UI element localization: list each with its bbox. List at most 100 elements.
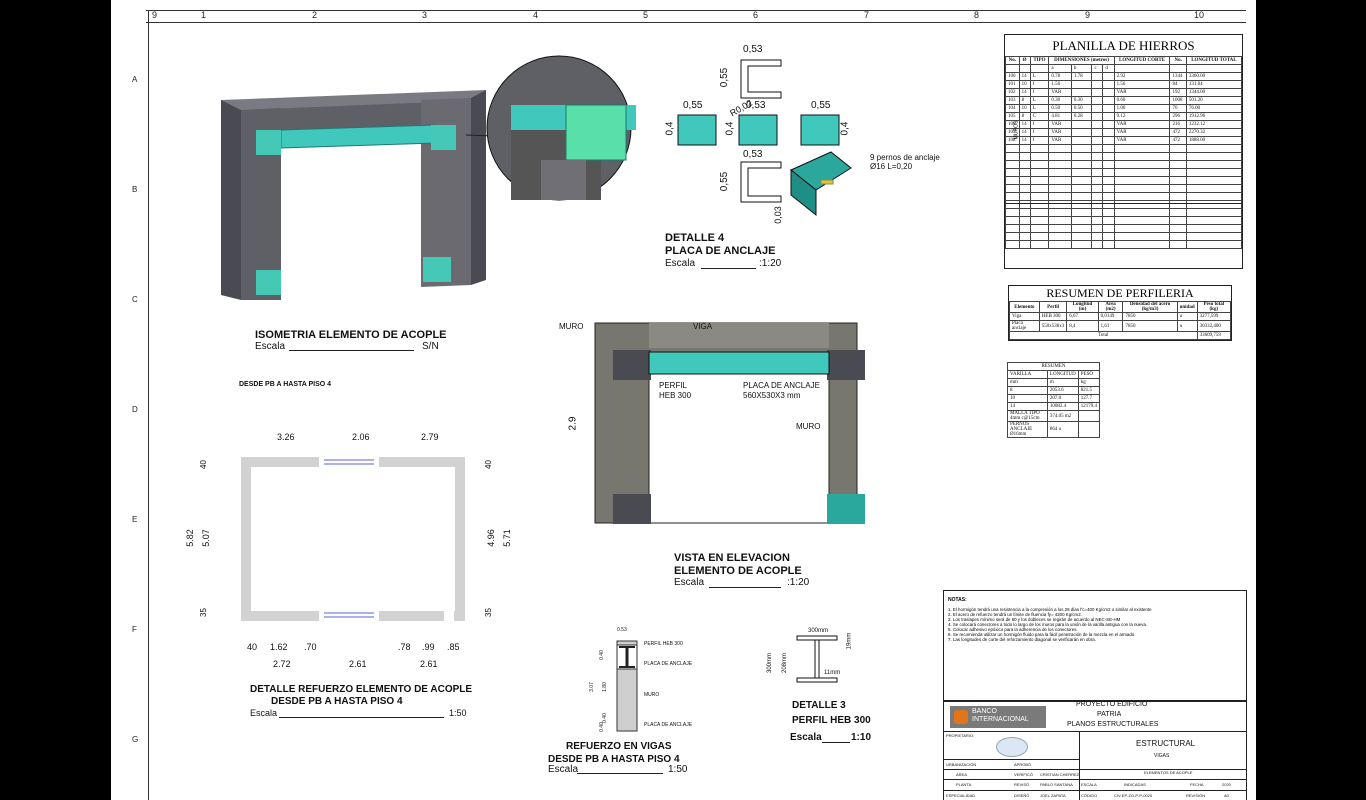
col-header: Area (m2) xyxy=(1097,301,1124,313)
dim-label: 1.62 xyxy=(270,642,288,652)
dim-label: 19mm xyxy=(846,632,853,650)
table-row: 104 10 L 0.50 0.50 1.00 76 76.00 xyxy=(1005,104,1243,113)
notes-heading: NOTAS: xyxy=(948,597,967,603)
grid-ruler-top: 9 1 2 3 4 5 6 7 8 9 10 xyxy=(146,10,1246,23)
dim-label: .99 xyxy=(422,642,435,652)
table-cell: 10 xyxy=(1018,80,1031,89)
table-cell: 76 xyxy=(1169,104,1187,113)
dim-label: 2.61 xyxy=(349,659,367,669)
plan-caption: DESDE PB A HASTA PISO 4 xyxy=(239,381,332,388)
label-heb: HEB 300 xyxy=(659,391,692,400)
table-cell: 3360.00 xyxy=(1185,72,1243,81)
table-row: 101 10 I 1.56 1.56 84 131.04 xyxy=(1005,80,1243,89)
dim-label: 35 xyxy=(198,608,208,617)
scale-underline xyxy=(822,742,850,743)
table-row xyxy=(1005,192,1243,201)
dim-label: 0.40 xyxy=(598,650,605,660)
table-row: 106 14 I VAR VAR 216 1232.12 xyxy=(1005,120,1243,129)
scale-underline xyxy=(709,587,781,588)
table-cell xyxy=(1091,112,1104,121)
tb-label: URBANIZACIÓN xyxy=(946,762,977,767)
isometric-scale-value: S/N xyxy=(422,341,439,352)
table-row xyxy=(1005,160,1243,169)
table-cell xyxy=(1070,136,1093,145)
discipline: ESTRUCTURAL xyxy=(1136,739,1196,748)
refuerzo-scale-value: 1:50 xyxy=(668,764,688,775)
table-cell: 0.30 xyxy=(1070,96,1093,105)
col-header: TIPO xyxy=(1029,56,1050,65)
grid-col-label: 4 xyxy=(533,10,539,20)
divider xyxy=(944,790,1246,791)
table-cell: 1.78 xyxy=(1070,72,1093,81)
project-name: PATRIA xyxy=(1097,711,1122,718)
label-placa: PLACA DE ANCLAJE xyxy=(743,381,820,390)
refuerzo-label: PERFIL HEB 300 xyxy=(644,641,683,647)
tb-label: ÁREA xyxy=(956,772,967,777)
dim-label: 0,53 xyxy=(743,149,763,160)
table-cell: 14 xyxy=(1018,120,1031,129)
col-header: Elemento xyxy=(1009,301,1040,313)
dim-label: 35 xyxy=(483,608,493,617)
detail3-scale-label: Escala xyxy=(790,732,822,743)
table-cell: C xyxy=(1029,112,1050,121)
table-cell: Viga xyxy=(1009,312,1040,321)
table-row: Placa anclaje 550x530x3 8,4 1,61 7850 u 30332,… xyxy=(1009,320,1232,332)
tb-role: VERIFICÓ xyxy=(1014,772,1033,777)
detail4-scale-label: Escala xyxy=(665,258,696,269)
table-cell: 1008 xyxy=(1169,96,1187,105)
col-header: LONGITUD CORTE xyxy=(1113,56,1171,65)
table-cell: L xyxy=(1029,96,1050,105)
bank-name: INTERNACIONAL xyxy=(972,716,1029,723)
col-header: Longitud (m) xyxy=(1066,301,1099,313)
table-cell: 472 xyxy=(1169,136,1187,145)
grid-row-label: E xyxy=(132,515,138,524)
tb-role: DISEÑÓ xyxy=(1014,793,1030,798)
dim-label: .85 xyxy=(447,642,460,652)
table-cell: 374.05 m2 xyxy=(1046,410,1079,422)
tb-value: 2020 xyxy=(1222,782,1231,787)
dim-label: 11mm xyxy=(824,670,841,676)
grid-row-label: D xyxy=(132,405,138,414)
tb-label: CÓDIGO xyxy=(1081,793,1098,798)
dim-label: 40 xyxy=(198,460,208,469)
dim-label: 40 xyxy=(483,460,493,469)
label-perfil: PERFIL xyxy=(659,381,688,390)
tb-label: PLANTA xyxy=(956,782,972,787)
table-cell: 101 xyxy=(1005,80,1020,89)
dim-label: 3.07 xyxy=(588,682,595,692)
planilla-table: PLANILLA DE HIERROS No. Ø TIPO DIMENSION… xyxy=(1004,34,1243,269)
planilla-grid: No. Ø TIPO DIMENSIONES (metros) LONGITUD… xyxy=(1005,56,1243,249)
grid-row-label: G xyxy=(132,735,139,744)
table-cell: Placa anclaje xyxy=(1009,320,1040,332)
table-cell: 9.12 xyxy=(1113,112,1171,121)
elevation-scale-value: :1:20 xyxy=(787,577,810,588)
notes-list: 1. El hormigón tendrá una resistencia a … xyxy=(948,607,1246,642)
sheet-type: VIGAS xyxy=(1154,753,1170,759)
table-cell xyxy=(1091,128,1104,137)
detail4-subtitle: PLACA DE ANCLAJE xyxy=(665,245,776,257)
resumen-title: RESUMEN xyxy=(1007,362,1100,371)
project-name: PLANOS ESTRUCTURALES xyxy=(1067,721,1159,728)
detail3-title: DETALLE 3 xyxy=(792,700,846,711)
table-cell xyxy=(1102,80,1115,89)
elevation-title: VISTA EN ELEVACION xyxy=(674,552,790,564)
dim-label: .70 xyxy=(304,642,317,652)
unit-cell: m xyxy=(1046,378,1079,387)
table-cell: 864 u xyxy=(1046,421,1079,438)
col-header: Perfil xyxy=(1038,301,1068,313)
total-label: Total xyxy=(1009,331,1198,340)
table-cell: 207.0 xyxy=(1046,394,1079,403)
table-cell: 2.92 xyxy=(1113,72,1171,81)
notes-box: NOTAS: 1. El hormigón tendrá una resiste… xyxy=(943,590,1247,702)
table-cell: 192 xyxy=(1169,88,1187,97)
detail4-title: DETALLE 4 xyxy=(665,232,725,244)
dim-label: 0.53 xyxy=(617,627,627,633)
bank-logo: BANCO INTERNACIONAL xyxy=(950,706,1046,728)
plan-scale-value: 1:50 xyxy=(449,708,467,718)
table-cell: 6,67 xyxy=(1066,312,1099,321)
refuerzo-label: MURO xyxy=(644,692,660,698)
dim-label: 300mm xyxy=(767,652,774,674)
table-row xyxy=(1005,152,1243,161)
table-row xyxy=(1005,208,1243,217)
table-cell: 10 xyxy=(1007,394,1048,403)
